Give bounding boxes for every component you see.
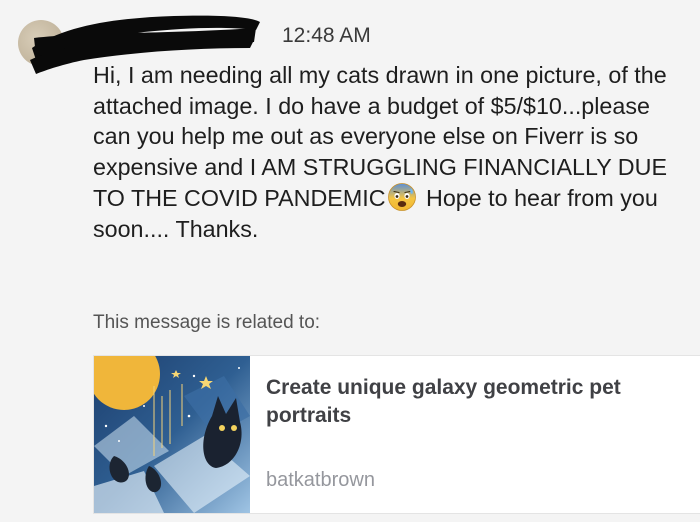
gig-card-body[interactable]: Create unique galaxy geometric pet portr…: [250, 356, 700, 513]
galaxy-cat-artwork-thumbnail[interactable]: [94, 356, 250, 513]
gig-seller[interactable]: batkatbrown: [266, 469, 375, 492]
message-timestamp: 12:48 AM: [282, 24, 371, 47]
related-label: This message is related to:: [93, 312, 321, 333]
message-body: Hi, I am needing all my cats drawn in on…: [93, 60, 673, 244]
anxious-face-with-sweat-icon: [387, 183, 416, 211]
related-gig-card[interactable]: Create unique galaxy geometric pet portr…: [93, 355, 700, 514]
gig-title[interactable]: Create unique galaxy geometric pet portr…: [266, 374, 646, 430]
